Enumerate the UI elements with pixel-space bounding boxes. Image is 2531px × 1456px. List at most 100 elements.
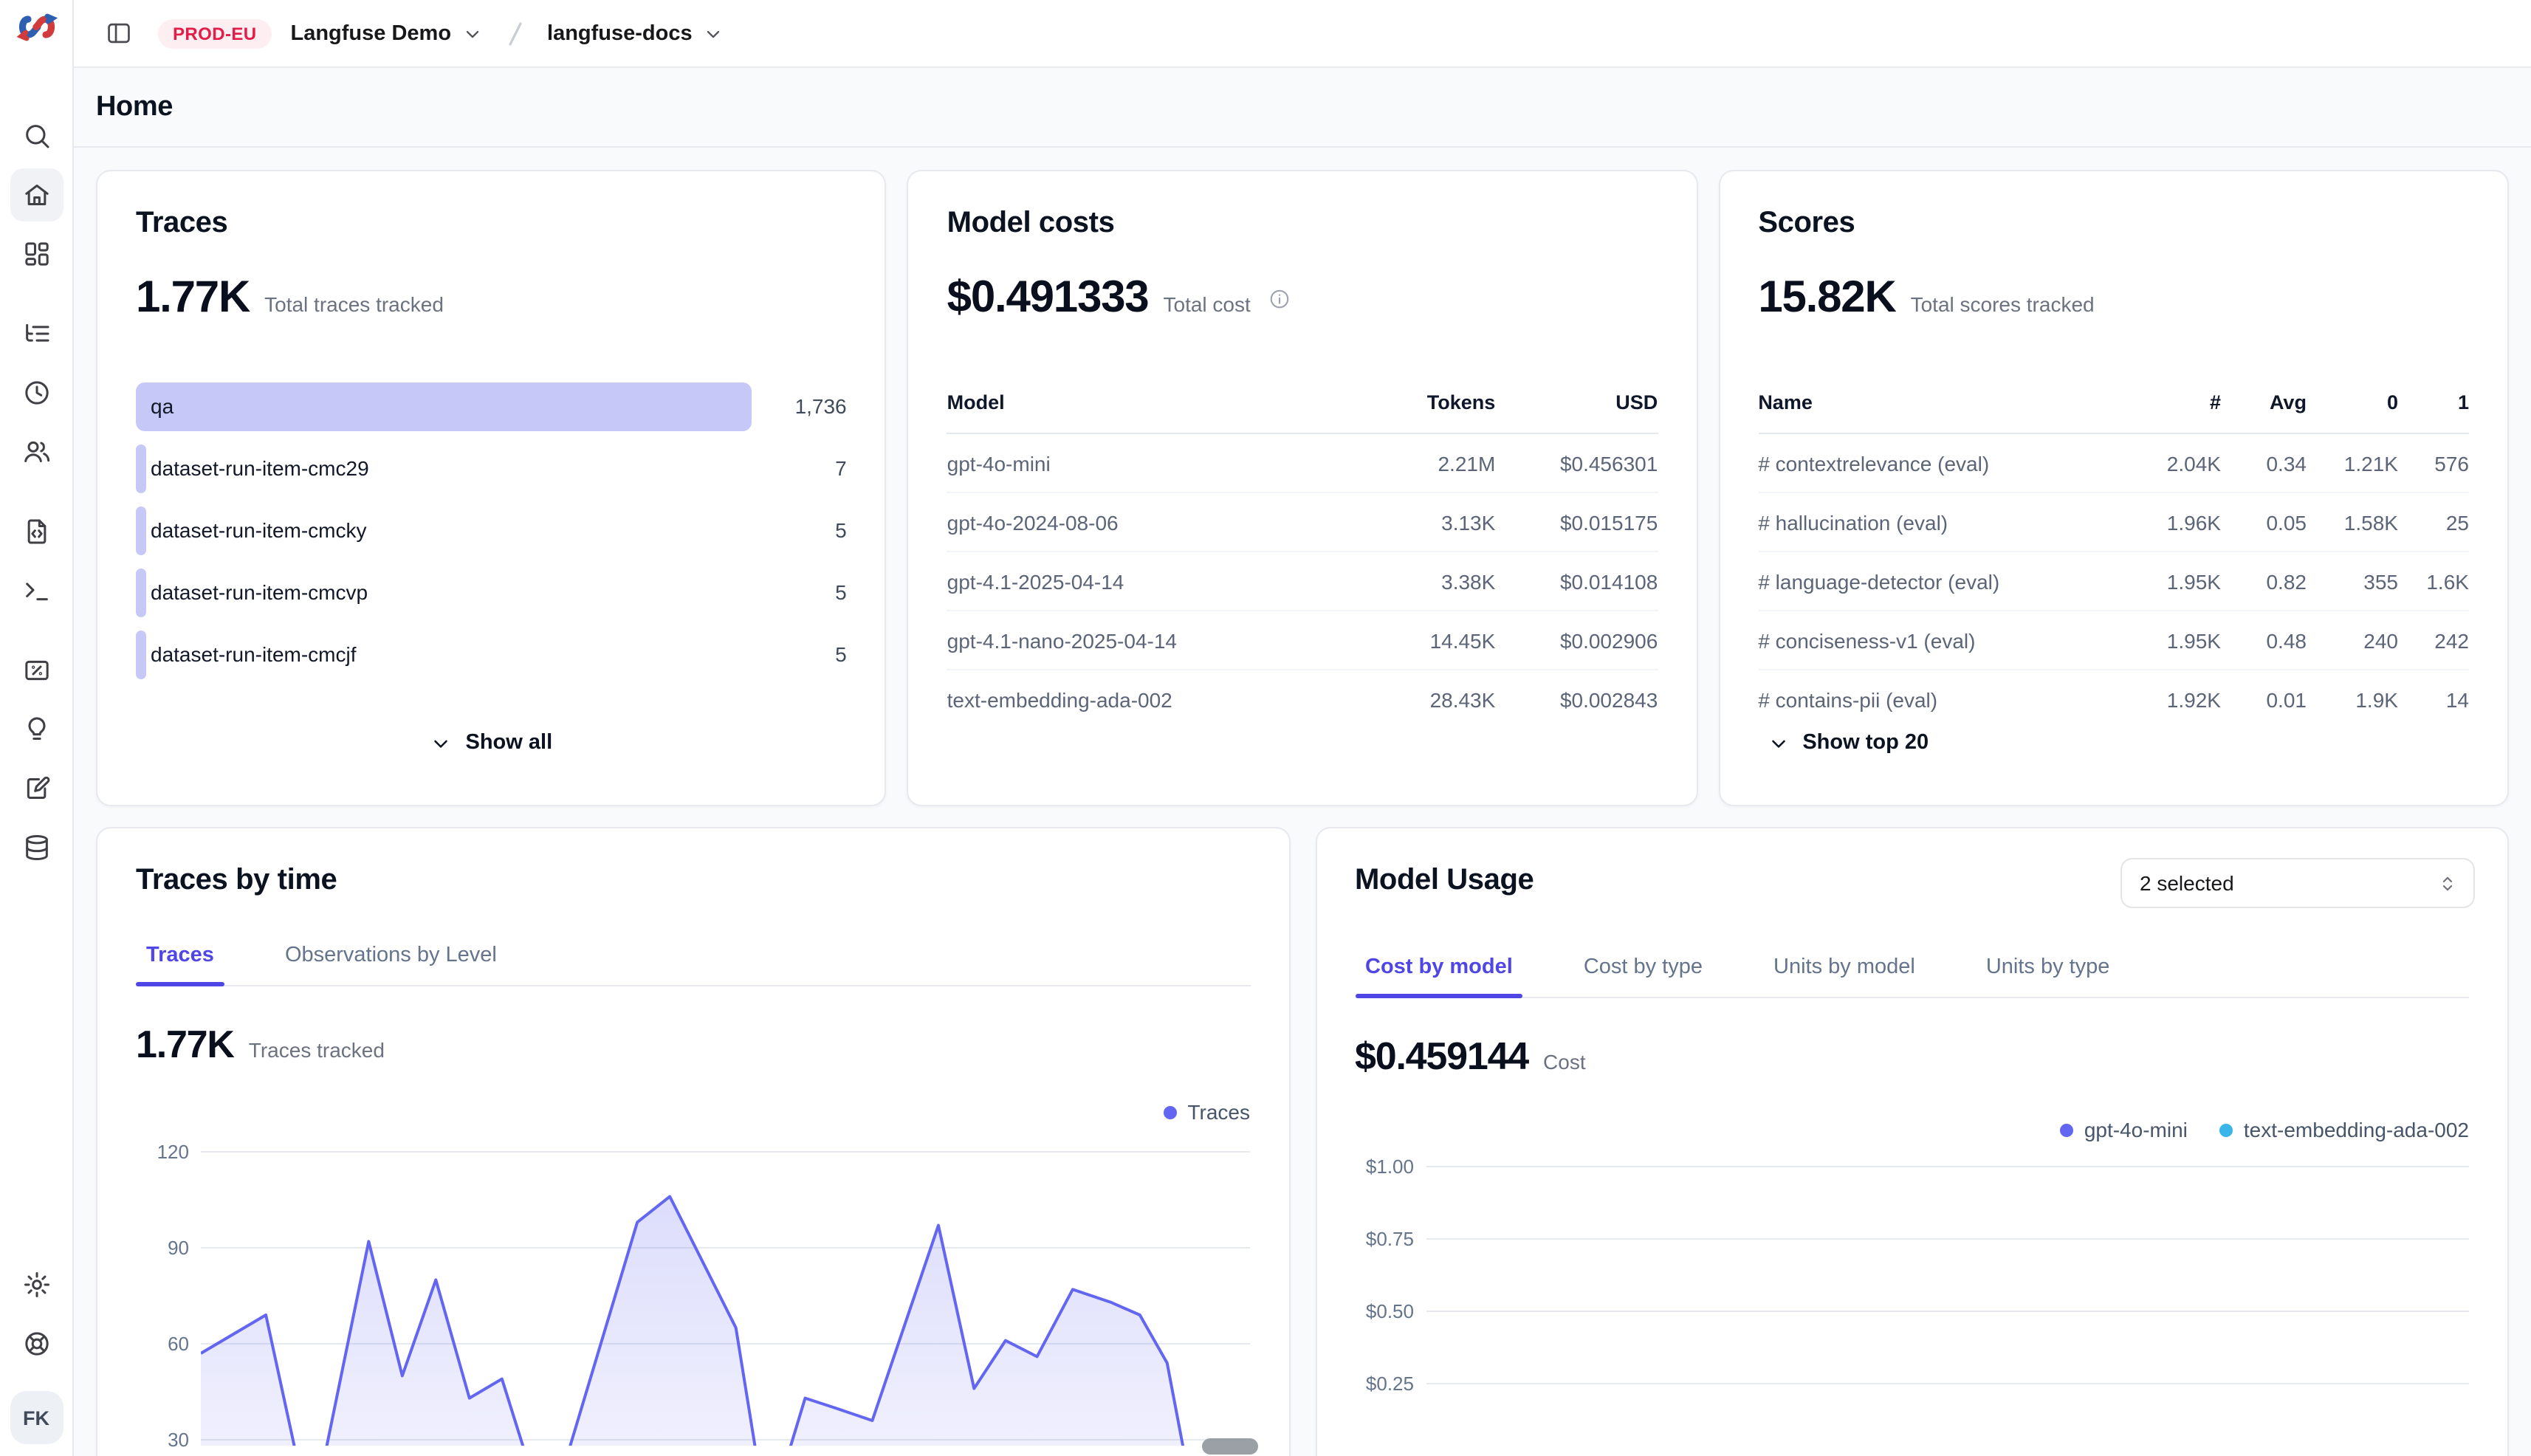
column-header: 0 xyxy=(2307,391,2398,413)
trace-bar-row[interactable]: qa1,736 xyxy=(136,382,847,431)
usage-line-chart xyxy=(1426,1165,2469,1456)
row-value: 1.6K xyxy=(2398,569,2469,593)
show-top-20-button[interactable]: Show top 20 xyxy=(1767,731,1929,755)
org-name: Langfuse Demo xyxy=(291,21,452,45)
y-tick-label: 30 xyxy=(168,1429,189,1451)
legend-dot xyxy=(1164,1105,1177,1119)
traces-by-time-card: Traces by time TracesObservations by Lev… xyxy=(96,827,1290,1456)
sidebar-item-users[interactable] xyxy=(10,425,63,478)
sidebar-item-support[interactable] xyxy=(10,1317,63,1370)
traces-card: Traces 1.77K Total traces tracked qa1,73… xyxy=(96,170,887,806)
search-icon xyxy=(21,121,51,151)
show-all-button[interactable]: Show all xyxy=(430,731,553,755)
trace-bar-row[interactable]: dataset-run-item-cmc297 xyxy=(136,444,847,493)
chevron-down-icon xyxy=(461,23,482,44)
sidebar-item-annotation[interactable] xyxy=(10,762,63,815)
trace-bar xyxy=(136,506,146,555)
support-icon xyxy=(21,1329,51,1359)
sidebar-item-settings[interactable] xyxy=(10,1258,63,1311)
trace-name: dataset-run-item-cmcjf xyxy=(151,631,357,679)
traces-chart-y-axis: 120906030 xyxy=(136,1150,201,1446)
tab-traces[interactable]: Traces xyxy=(136,930,224,985)
sidebar-item-home[interactable] xyxy=(10,168,63,222)
sidebar-item-search[interactable] xyxy=(10,109,63,162)
scores-card-title: Scores xyxy=(1758,207,2469,241)
annotation-icon xyxy=(21,774,51,803)
cards-row-2: Traces by time TracesObservations by Lev… xyxy=(96,827,2509,1456)
traces-chart-legend: Traces xyxy=(136,1100,1250,1124)
table-row: text-embedding-ada-00228.43K$0.002843 xyxy=(947,670,1658,728)
sidebar-item-datasets[interactable] xyxy=(10,821,63,874)
tab-units-by-type[interactable]: Units by type xyxy=(1976,942,2120,997)
y-tick-label: $0.75 xyxy=(1366,1228,1414,1250)
info-icon[interactable] xyxy=(1268,287,1291,309)
row-value: 0.82 xyxy=(2221,569,2307,593)
row-value: $0.456301 xyxy=(1495,451,1658,475)
trace-bar-row[interactable]: dataset-run-item-cmcvp5 xyxy=(136,569,847,617)
trace-count: 7 xyxy=(835,444,847,493)
sidebar-item-llm-as-a-judge[interactable] xyxy=(10,703,63,756)
trace-bar-row[interactable]: dataset-run-item-cmcjf 5 xyxy=(136,631,847,679)
row-value: 0.34 xyxy=(2221,451,2307,475)
sidebar-item-tracing[interactable] xyxy=(10,307,63,360)
sidebar-item-scores[interactable] xyxy=(10,644,63,697)
model-usage-tabs: Cost by model Cost by type Units by model U… xyxy=(1355,942,2469,998)
trace-count: 5 xyxy=(835,631,847,679)
row-value: $0.002843 xyxy=(1495,687,1658,711)
sidebar-toggle-button[interactable] xyxy=(97,13,139,54)
legend-item: gpt-4o-mini xyxy=(2061,1118,2188,1141)
sidebar-item-dashboards[interactable] xyxy=(10,227,63,281)
y-tick-label: $0.50 xyxy=(1366,1300,1414,1322)
breadcrumb-separator xyxy=(501,18,528,48)
y-tick-label: 60 xyxy=(168,1333,189,1355)
table-row: # language-detector (eval)1.95K0.823551.… xyxy=(1758,552,2469,611)
table-row: gpt-4o-mini2.21M$0.456301 xyxy=(947,434,1658,493)
row-value: 576 xyxy=(2398,451,2469,475)
horizontal-scrollbar-thumb[interactable] xyxy=(1202,1438,1258,1455)
tab-cost-by-type[interactable]: Cost by type xyxy=(1573,942,1713,997)
row-name: # contextrelevance (eval) xyxy=(1758,451,2129,475)
usage-cost-metric: $0.459144 Cost xyxy=(1355,1034,2469,1079)
sidebar-item-sessions[interactable] xyxy=(10,366,63,419)
column-header: Avg xyxy=(2221,391,2307,413)
row-value: 242 xyxy=(2398,628,2469,652)
tab-units-by-model[interactable]: Units by model xyxy=(1763,942,1926,997)
row-value: 25 xyxy=(2398,510,2469,534)
settings-icon xyxy=(21,1270,51,1299)
row-value: 1.95K xyxy=(2129,628,2221,652)
content: Traces 1.77K Total traces tracked qa1,73… xyxy=(74,148,2531,1456)
traces-metric: 1.77K Total traces tracked xyxy=(136,273,847,323)
row-value: 28.43K xyxy=(1362,687,1495,711)
avatar[interactable]: FK xyxy=(10,1391,63,1444)
y-tick-label: 90 xyxy=(168,1237,189,1259)
panel-left-icon xyxy=(104,19,132,47)
sidebar-item-playground[interactable] xyxy=(10,564,63,617)
trace-name: dataset-run-item-cmcvp xyxy=(151,569,368,617)
row-value: 355 xyxy=(2307,569,2398,593)
sidebar-item-prompts[interactable] xyxy=(10,505,63,558)
app-root: FK PROD-EU Langfuse Demo langfuse-docs xyxy=(0,0,2531,1456)
y-tick-label: $0.25 xyxy=(1366,1373,1414,1395)
org-switcher[interactable]: Langfuse Demo xyxy=(291,21,483,45)
row-name: # contains-pii (eval) xyxy=(1758,687,2129,711)
cards-row-1: Traces 1.77K Total traces tracked qa1,73… xyxy=(96,170,2509,806)
page-title: Home xyxy=(96,91,173,123)
row-value: $0.002906 xyxy=(1495,628,1658,652)
row-value: 3.13K xyxy=(1362,510,1495,534)
usage-chart-legend: gpt-4o-minitext-embedding-ada-002 xyxy=(1355,1118,2469,1141)
tab-cost-by-model[interactable]: Cost by model xyxy=(1355,942,1523,997)
tab-observations-by-level[interactable]: Observations by Level xyxy=(275,930,507,985)
y-tick-label: 120 xyxy=(157,1141,189,1163)
llm-as-a-judge-icon xyxy=(21,715,51,744)
scores-icon xyxy=(21,656,51,685)
column-header: Model xyxy=(947,391,1363,413)
model-select-dropdown[interactable]: 2 selected xyxy=(2120,858,2475,908)
traces-total-label: Total traces tracked xyxy=(264,292,444,316)
project-switcher[interactable]: langfuse-docs xyxy=(547,21,724,45)
scores-card: Scores 15.82K Total scores tracked Name#… xyxy=(1718,170,2509,806)
row-name: gpt-4o-2024-08-06 xyxy=(947,510,1363,534)
row-name: # conciseness-v1 (eval) xyxy=(1758,628,2129,652)
trace-bar-row[interactable]: dataset-run-item-cmcky5 xyxy=(136,506,847,555)
column-header: 1 xyxy=(2398,391,2469,413)
row-value: 2.21M xyxy=(1362,451,1495,475)
